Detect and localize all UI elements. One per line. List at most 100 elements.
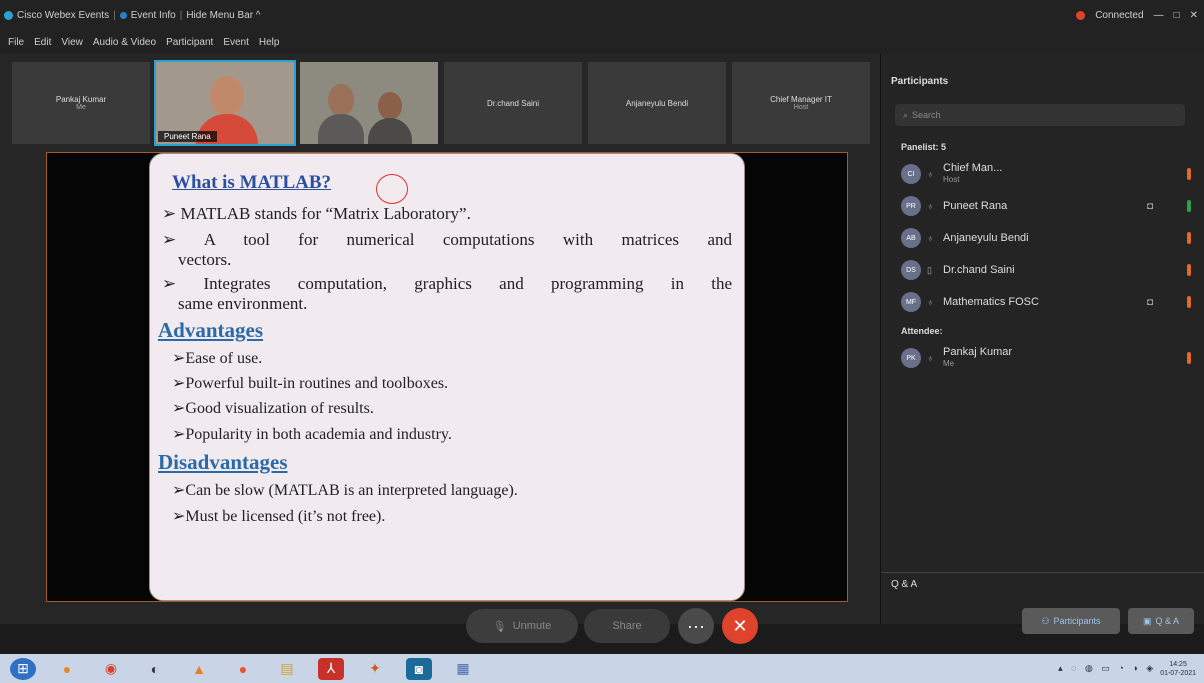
- annotation-circle: [376, 174, 408, 204]
- presentation-slide: What is MATLAB? ➢ MATLAB stands for “Mat…: [149, 153, 745, 601]
- vlc-icon[interactable]: ▲: [186, 658, 212, 680]
- avatar: DS: [901, 260, 921, 280]
- qa-label: Q & A: [891, 579, 918, 590]
- participant-row[interactable]: AB ♁ Anjaneyulu Bendi: [901, 224, 1197, 252]
- advantage-item: ➢Good visualization of results.: [172, 400, 374, 417]
- meeting-controls: 🎙 Unmute Share ··· ✕: [466, 606, 758, 646]
- slide-bullet-continuation: same environment.: [178, 294, 308, 313]
- menu-view[interactable]: View: [61, 37, 83, 48]
- menu-help[interactable]: Help: [259, 37, 280, 48]
- participant-name-block: Puneet Rana: [943, 200, 1007, 212]
- clock-date: 01-07-2021: [1160, 669, 1196, 677]
- people-icon: ⚇: [1041, 615, 1050, 626]
- search-placeholder: Search: [912, 110, 941, 120]
- participants-toggle-button[interactable]: ⚇ Participants: [1022, 608, 1120, 634]
- participant-video: [328, 84, 354, 116]
- participant-name: Puneet Rana: [943, 200, 1008, 212]
- slide-bullet: ➢ A tool for numerical computations with…: [162, 230, 732, 249]
- share-label: Share: [612, 620, 642, 632]
- close-window-button[interactable]: ✕: [1190, 10, 1198, 21]
- avatar: CI: [901, 164, 921, 184]
- windows-taskbar: ⊞ ● ◉ ◐ ▲ ● ▤ ⅄ ✦ ◙ ▦ ▴ ◌ ◍ ▭ ◔ ◑ ◈ 14:2…: [0, 654, 1204, 683]
- clock-time: 14:25: [1169, 660, 1187, 668]
- menu-bar: File Edit View Audio & Video Participant…: [0, 30, 1204, 54]
- maximize-button[interactable]: □: [1174, 10, 1180, 21]
- advantages-heading: Advantages: [158, 318, 264, 342]
- muted-mic-icon[interactable]: [1187, 232, 1191, 244]
- participant-video-2-body: [368, 118, 412, 144]
- menu-edit[interactable]: Edit: [34, 37, 51, 48]
- participant-row[interactable]: PK ♁ Pankaj Kumar Me: [901, 344, 1197, 372]
- panel-toggle-buttons: ⚇ Participants ▣ Q & A: [1022, 608, 1194, 634]
- muted-mic-icon[interactable]: [1187, 168, 1191, 180]
- title-bar: Cisco Webex Events | Event Info | Hide M…: [0, 0, 1204, 30]
- event-info-link[interactable]: Event Info: [131, 10, 176, 21]
- start-button-icon[interactable]: ⊞: [10, 657, 36, 680]
- minimize-button[interactable]: —: [1154, 10, 1164, 21]
- participant-name: Mathematics FOSC: [943, 296, 1039, 308]
- participant-video-2: [378, 92, 402, 120]
- firefox-icon[interactable]: ●: [54, 658, 80, 680]
- video-icon: ◘: [1146, 296, 1153, 308]
- document-icon[interactable]: ▦: [450, 658, 476, 680]
- slide-bullet-text: A tool for numerical computations with m…: [203, 230, 732, 249]
- participant-search-input[interactable]: ⌕ Search: [895, 104, 1185, 126]
- menu-file[interactable]: File: [8, 37, 24, 48]
- participant-name-block: Pankaj Kumar Me: [943, 346, 1012, 370]
- disadvantage-text: Must be licensed (it’s not free).: [185, 508, 386, 525]
- attendee-section-header[interactable]: Attendee:: [901, 326, 943, 336]
- thumbnail-drchand-saini[interactable]: Dr.chand Saini: [444, 62, 582, 144]
- video-icon: ◘: [1146, 200, 1153, 212]
- menu-participant[interactable]: Participant: [166, 37, 213, 48]
- microphone-icon: ♁: [927, 233, 934, 243]
- muted-mic-icon[interactable]: [1187, 352, 1191, 364]
- participants-panel-title[interactable]: Participants: [891, 76, 948, 87]
- clock[interactable]: 14:25 01-07-2021: [1160, 660, 1196, 678]
- slide-bullet-text: Integrates computation, graphics and pro…: [203, 274, 733, 293]
- unmute-button[interactable]: 🎙 Unmute: [466, 609, 578, 643]
- participants-toggle-label: Participants: [1053, 616, 1101, 626]
- slide-bullet: ➢ Integrates computation, graphics and p…: [162, 274, 733, 293]
- thumbnail-anjaneyulu-bendi[interactable]: Anjaneyulu Bendi: [588, 62, 726, 144]
- muted-mic-icon[interactable]: [1187, 264, 1191, 276]
- slide-bullet-text: MATLAB stands for “Matrix Laboratory”.: [180, 204, 471, 223]
- advantage-text: Popularity in both academia and industry…: [185, 426, 452, 443]
- muted-mic-icon[interactable]: [1187, 296, 1191, 308]
- advantage-text: Good visualization of results.: [185, 400, 374, 417]
- pdf-reader-icon[interactable]: ⅄: [318, 657, 344, 680]
- participant-row[interactable]: MF ♁ Mathematics FOSC ◘: [901, 288, 1197, 316]
- share-button[interactable]: Share: [584, 609, 670, 643]
- app-icon[interactable]: ✦: [362, 658, 388, 680]
- shared-content-area[interactable]: What is MATLAB? ➢ MATLAB stands for “Mat…: [46, 152, 848, 602]
- qa-section-header[interactable]: Q & A: [881, 572, 1204, 595]
- thumbnail-role: Host: [793, 104, 809, 111]
- media-player-icon[interactable]: ◐: [142, 658, 168, 680]
- panelist-section-header[interactable]: Panelist: 5: [901, 142, 946, 152]
- participant-name: Pankaj Kumar: [943, 346, 1013, 358]
- active-mic-icon[interactable]: [1187, 200, 1191, 212]
- thumbnail-pankaj-kumar[interactable]: Pankaj Kumar Me: [12, 62, 150, 144]
- more-options-button[interactable]: ···: [678, 608, 714, 644]
- participant-row[interactable]: DS ▯ Dr.chand Saini: [901, 256, 1197, 284]
- thumbnail-chief-manager-it[interactable]: Chief Manager IT Host: [732, 62, 870, 144]
- participant-row[interactable]: CI ♁ Chief Man... Host: [901, 160, 1197, 188]
- participant-row[interactable]: PR ♁ Puneet Rana ◘: [901, 192, 1197, 220]
- menu-event[interactable]: Event: [223, 37, 249, 48]
- file-explorer-icon[interactable]: ▤: [274, 658, 300, 680]
- qa-toggle-button[interactable]: ▣ Q & A: [1128, 608, 1194, 634]
- thumbnail-puneet-rana[interactable]: Puneet Rana: [154, 60, 296, 146]
- hide-menu-bar-link[interactable]: Hide Menu Bar ^: [186, 10, 260, 21]
- browser-icon[interactable]: ●: [230, 658, 256, 680]
- participant-name-block: Dr.chand Saini: [943, 264, 1015, 276]
- slide-bullet: ➢ MATLAB stands for “Matrix Laboratory”.: [162, 204, 471, 223]
- thumbnail-room-video[interactable]: [300, 62, 438, 144]
- connection-status[interactable]: Connected: [1095, 10, 1143, 21]
- avatar: AB: [901, 228, 921, 248]
- participant-role: Host: [943, 175, 960, 184]
- thumbnail-name: Puneet Rana: [158, 131, 217, 142]
- leave-button[interactable]: ✕: [722, 608, 758, 644]
- chrome-icon[interactable]: ◉: [98, 658, 124, 680]
- webex-taskbar-icon[interactable]: ◙: [406, 657, 432, 680]
- tray-icons[interactable]: ▴ ◌ ◍ ▭ ◔ ◑ ◈: [1058, 663, 1156, 674]
- menu-audio-video[interactable]: Audio & Video: [93, 37, 156, 48]
